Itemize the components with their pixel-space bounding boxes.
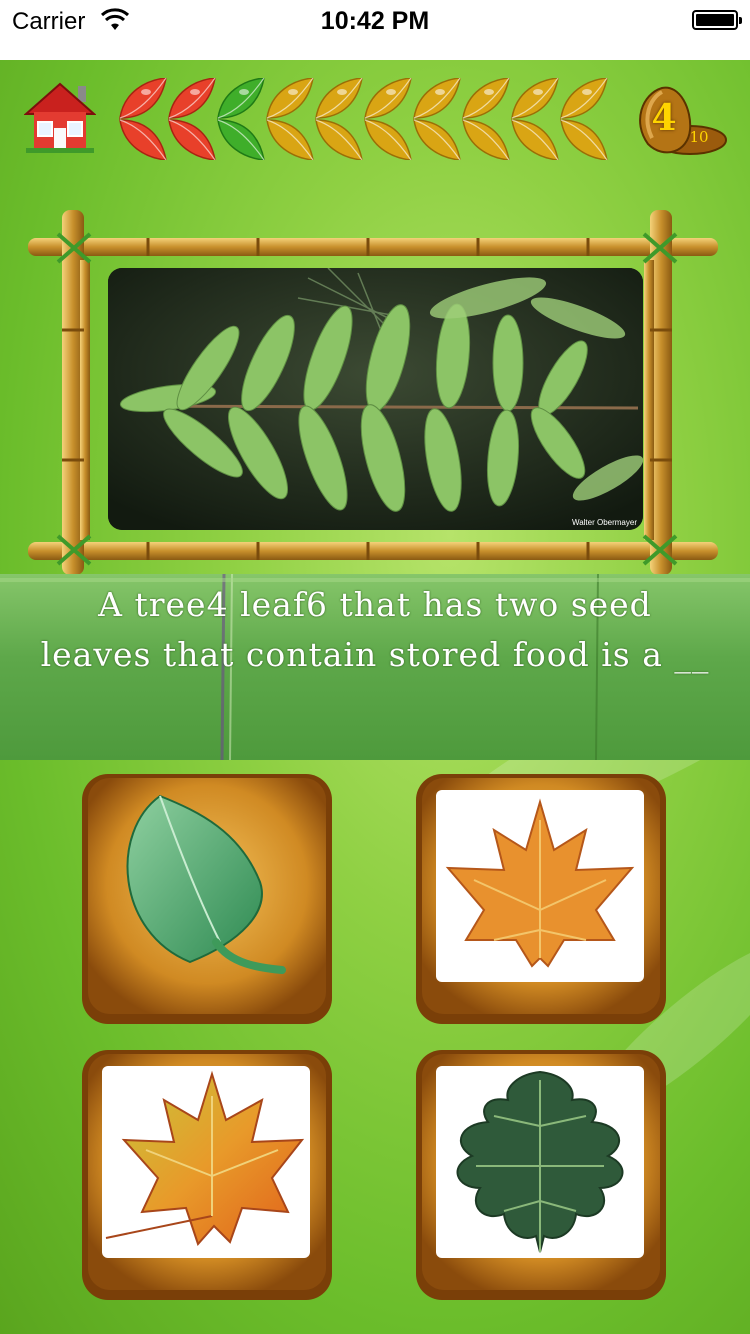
progress-leaf-yellow-icon [266,78,314,160]
status-bar: Carrier 10:42 PM [0,0,750,60]
answer-image-panel [436,790,644,982]
home-button[interactable] [24,78,96,154]
answer-image-panel [102,1066,310,1258]
autumn-maple-leaf-image [105,1070,305,1246]
progress-leaf-yellow-icon [511,78,559,160]
green-leaf-image [126,794,286,974]
question-text: A tree4 leaf6 that has two seed leaves t… [40,585,710,674]
progress-leaf-yellow-icon [413,78,461,160]
answer-image-panel [436,1066,644,1258]
answer-autumn-maple-leaf[interactable] [80,1048,334,1302]
photo-credit: Walter Obermayer [571,518,637,527]
progress-leaf-yellow-icon [560,78,608,160]
progress-leaf-red-icon [119,78,167,160]
progress-leaf-yellow-icon [364,78,412,160]
battery-icon [692,10,742,30]
progress-leaf-red-icon [168,78,216,160]
orange-maple-leaf-image [445,798,635,968]
progress-leaf-green-icon [217,78,265,160]
oak-leaf-image [456,1070,624,1253]
question-photo: Walter Obermayer [108,268,643,530]
answer-green-leaf[interactable] [80,772,334,1026]
progress-leaf-yellow-icon [462,78,510,160]
status-time: 10:42 PM [320,7,430,35]
progress-leaf-yellow-icon [315,78,363,160]
compound-leaf-image [108,268,643,530]
answer-orange-maple-leaf[interactable] [414,772,668,1026]
answer-oak-leaf[interactable] [414,1048,668,1302]
score-total: 10 [689,128,709,146]
score-current: 4 [651,97,677,139]
